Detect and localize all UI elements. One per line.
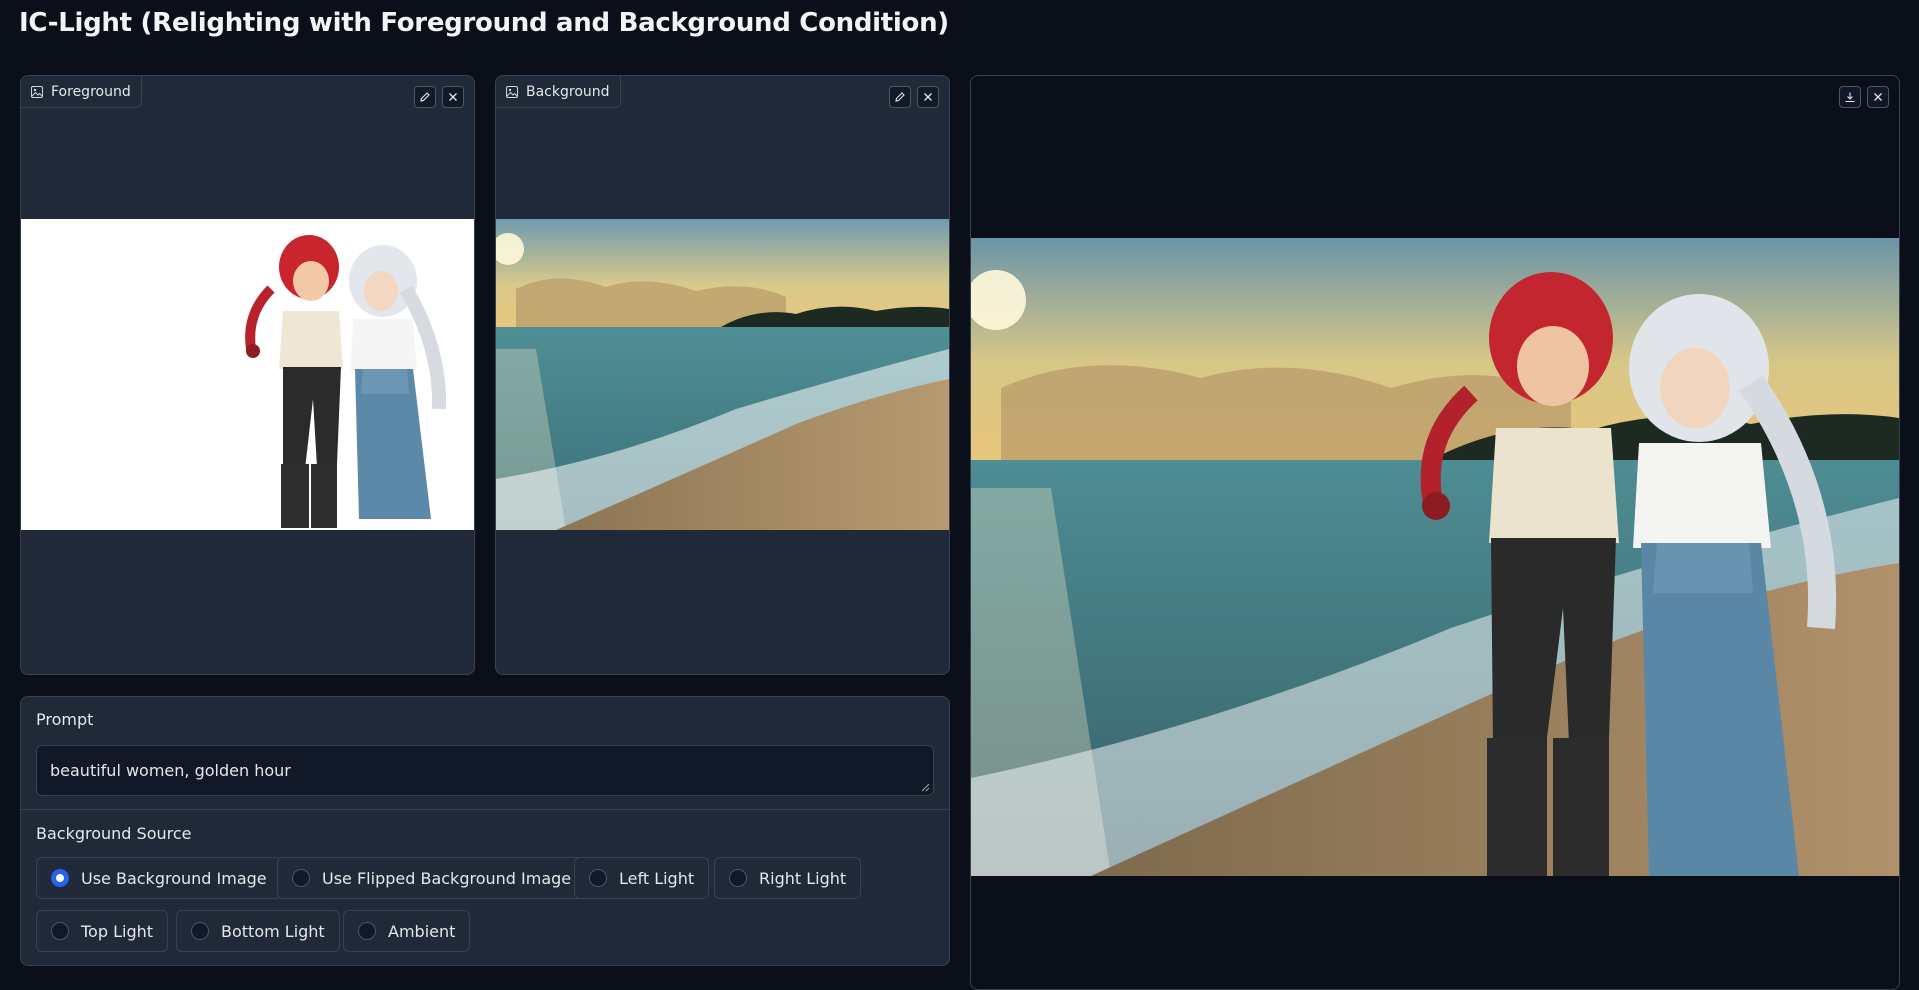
radio-dot (191, 922, 209, 940)
radio-use-flipped-background-image[interactable]: Use Flipped Background Image (277, 857, 587, 899)
page-title: IC-Light (Relighting with Foreground and… (19, 8, 949, 38)
radio-label: Bottom Light (221, 921, 325, 941)
radio-label: Use Background Image (81, 868, 267, 888)
foreground-image-panel[interactable]: Foreground (20, 75, 475, 675)
close-icon (449, 93, 457, 101)
background-label-chip: Background (496, 76, 621, 108)
resize-grip-icon[interactable] (920, 782, 930, 792)
output-gallery-panel[interactable] (970, 75, 1900, 990)
pencil-icon (420, 92, 430, 102)
radio-dot (729, 869, 747, 887)
image-icon (31, 85, 43, 98)
background-image-panel[interactable]: Background (495, 75, 950, 675)
radio-right-light[interactable]: Right Light (714, 857, 862, 899)
radio-top-light[interactable]: Top Light (36, 910, 169, 952)
background-clear-button[interactable] (917, 86, 939, 108)
settings-panel: Prompt beautiful women, golden hour Back… (20, 696, 950, 966)
foreground-clear-button[interactable] (442, 86, 464, 108)
image-icon (506, 85, 518, 98)
download-icon (1845, 92, 1855, 103)
background-source-label: Background Source (36, 824, 192, 843)
radio-label: Left Light (619, 868, 695, 888)
radio-label: Top Light (81, 921, 154, 941)
radio-label: Use Flipped Background Image (322, 868, 572, 888)
foreground-edit-button[interactable] (414, 86, 436, 108)
radio-label: Ambient (388, 921, 456, 941)
radio-label: Right Light (759, 868, 847, 888)
output-clear-button[interactable] (1867, 86, 1889, 108)
pencil-icon (895, 92, 905, 102)
radio-dot (358, 922, 376, 940)
radio-dot (589, 869, 607, 887)
radio-use-background-image[interactable]: Use Background Image (36, 857, 282, 899)
background-image (496, 219, 949, 530)
radio-dot (51, 869, 69, 887)
radio-ambient[interactable]: Ambient (343, 910, 471, 952)
output-image[interactable] (971, 238, 1899, 876)
radio-dot (51, 922, 69, 940)
close-icon (924, 93, 932, 101)
close-icon (1874, 93, 1882, 101)
prompt-label: Prompt (36, 710, 94, 729)
section-divider (21, 809, 949, 810)
foreground-label-chip: Foreground (21, 76, 142, 108)
radio-dot (292, 869, 310, 887)
prompt-input-value: beautiful women, golden hour (50, 761, 291, 780)
foreground-label: Foreground (51, 83, 131, 100)
background-label: Background (526, 83, 610, 100)
radio-bottom-light[interactable]: Bottom Light (176, 910, 340, 952)
prompt-input[interactable]: beautiful women, golden hour (36, 745, 934, 796)
foreground-image (21, 219, 474, 530)
output-download-button[interactable] (1839, 86, 1861, 108)
radio-left-light[interactable]: Left Light (574, 857, 710, 899)
background-edit-button[interactable] (889, 86, 911, 108)
